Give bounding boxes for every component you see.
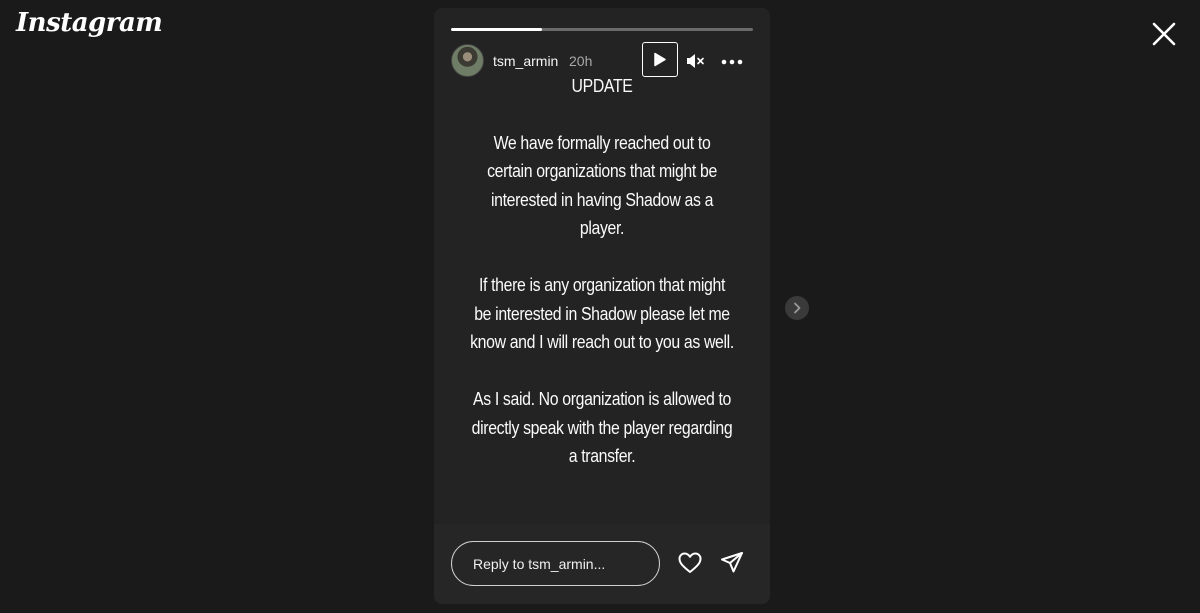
- send-icon: [721, 552, 743, 573]
- reply-input[interactable]: [451, 541, 660, 586]
- close-icon: [1152, 22, 1176, 46]
- next-story-button[interactable]: [785, 296, 809, 320]
- speaker-muted-icon: [687, 54, 704, 68]
- more-horizontal-icon: [721, 59, 743, 65]
- story-viewer: tsm_armin 20h UPDATE We have formally re: [434, 8, 770, 604]
- story-text: UPDATE We have formally reached out to c…: [470, 72, 734, 471]
- story-timestamp: 20h: [569, 53, 593, 69]
- close-button[interactable]: [1150, 20, 1178, 48]
- story-paragraph-1: We have formally reached out to certain …: [487, 132, 717, 239]
- story-progress-fill: [451, 28, 542, 31]
- story-progress-bar: [451, 28, 753, 31]
- story-content-area[interactable]: tsm_armin 20h UPDATE We have formally re: [434, 8, 770, 524]
- story-heading: UPDATE: [571, 76, 633, 96]
- instagram-logo[interactable]: Instagram: [16, 8, 163, 38]
- heart-icon: [678, 552, 702, 573]
- story-username[interactable]: tsm_armin: [493, 53, 558, 69]
- share-button[interactable]: [719, 550, 745, 576]
- mute-button[interactable]: [685, 51, 705, 71]
- story-paragraph-3: As I said. No organization is allowed to…: [471, 389, 733, 466]
- like-button[interactable]: [677, 550, 703, 576]
- more-options-button[interactable]: [721, 55, 743, 67]
- story-paragraph-2: If there is any organization that might …: [470, 275, 734, 352]
- chevron-right-icon: [794, 302, 801, 314]
- play-icon: [654, 52, 666, 67]
